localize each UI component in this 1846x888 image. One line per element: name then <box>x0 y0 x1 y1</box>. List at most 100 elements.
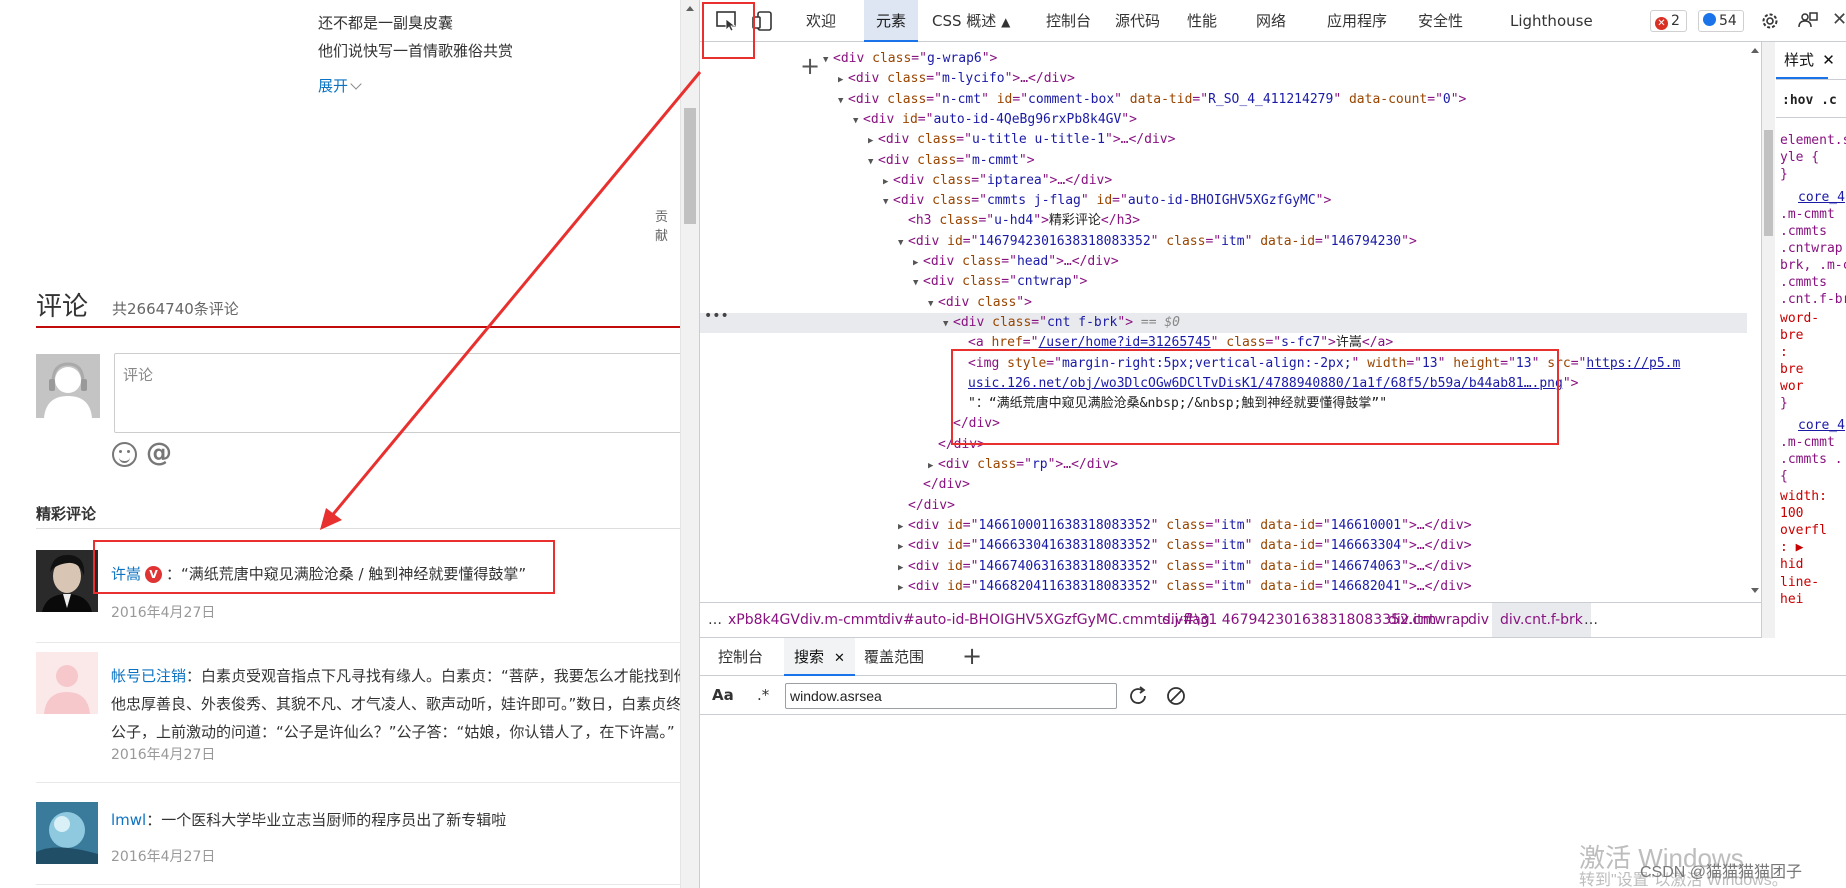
regex-toggle[interactable]: .* <box>757 686 769 704</box>
breadcrumb-item[interactable]: … <box>708 603 722 637</box>
style-rule-line[interactable]: core_4 <box>1798 189 1845 206</box>
scroll-up-icon[interactable] <box>686 6 694 11</box>
dom-node[interactable]: <h3 class="u-hd4">精彩评论</h3> <box>700 211 1747 231</box>
collapsed-triangle-icon[interactable]: ▶ <box>898 578 908 598</box>
dom-node[interactable]: ▶ <div id="1466100011638318083352" class=… <box>700 516 1747 536</box>
user-avatar[interactable] <box>36 550 98 612</box>
expanded-triangle-icon[interactable]: ▼ <box>823 50 833 70</box>
dom-node[interactable]: ▶ <div id="1466740631638318083352" class=… <box>700 557 1747 577</box>
style-rule-line[interactable]: core_4 <box>1798 417 1845 434</box>
dom-node[interactable]: <img style="margin-right:5px;vertical-al… <box>700 354 1747 374</box>
breadcrumb-item[interactable]: div#auto-id-BHOIGHV5XGzfGyMC.cmmts.j-fla… <box>882 603 1210 637</box>
tab-welcome[interactable]: 欢迎 <box>806 0 836 42</box>
comment-user[interactable]: 帐号已注销 <box>111 667 186 685</box>
expanded-triangle-icon[interactable]: ▼ <box>898 233 908 253</box>
breadcrumb-item[interactable]: div.m-cmmt <box>800 603 884 637</box>
collapsed-triangle-icon[interactable]: ▶ <box>898 517 908 537</box>
expand-link[interactable]: 展开 <box>318 75 362 96</box>
user-avatar[interactable] <box>36 652 98 714</box>
tab-search[interactable]: 搜索 ✕ <box>784 638 855 676</box>
add-node-icon[interactable]: + <box>800 52 820 80</box>
match-case-toggle[interactable]: Aa <box>712 686 734 704</box>
collapsed-triangle-icon[interactable]: ▶ <box>883 172 893 192</box>
expanded-triangle-icon[interactable]: ▼ <box>883 192 893 212</box>
expanded-triangle-icon[interactable]: ▼ <box>913 273 923 293</box>
more-dots-icon[interactable]: ••• <box>704 308 729 324</box>
dom-node[interactable]: ▶ <div class="m-lycifo">…</div> <box>700 69 1747 89</box>
at-icon[interactable]: @ <box>146 438 172 468</box>
dom-node[interactable]: ▼ <div id="1467942301638318083352" class=… <box>700 232 1747 252</box>
dom-node[interactable]: ▼ <div class="cmmts j-flag" id="auto-id-B… <box>700 191 1747 211</box>
tab-sources[interactable]: 源代码 <box>1115 0 1160 42</box>
dom-tree[interactable]: ▼ <div class="g-wrap6"> ▶ <div class="m-lyc… <box>700 42 1747 602</box>
tab-console[interactable]: 控制台 <box>1046 0 1091 42</box>
clear-icon[interactable] <box>1165 685 1187 707</box>
device-toolbar-icon[interactable] <box>752 11 774 31</box>
styles-scrollbar[interactable] <box>1762 42 1775 638</box>
dom-node[interactable]: ▶ <div id="1466633041638318083352" class=… <box>700 536 1747 556</box>
collapsed-triangle-icon[interactable]: ▶ <box>898 558 908 578</box>
expanded-triangle-icon[interactable]: ▼ <box>928 294 938 314</box>
expanded-triangle-icon[interactable]: ▼ <box>853 111 863 131</box>
close-icon[interactable]: ✕ <box>1832 10 1846 30</box>
dom-node[interactable]: ▼ <div class="n-cmt" id="comment-box" dat… <box>700 90 1747 110</box>
comment-input[interactable]: 评论 <box>114 353 680 433</box>
page-scrollbar[interactable] <box>680 0 699 888</box>
tab-network[interactable]: 网络 <box>1256 0 1286 42</box>
comment-user[interactable]: 许嵩 <box>111 565 141 583</box>
refresh-icon[interactable] <box>1127 685 1149 707</box>
dom-node[interactable]: ▶ <div id="1466820411638318083352" class=… <box>700 577 1747 597</box>
dom-node[interactable]: "：“满纸荒唐中窥见满脸沧桑&nbsp;/&nbsp;触到神经就要懂得鼓掌”" <box>700 394 1747 414</box>
dom-node[interactable]: <a href="/user/home?id=31265745" class="… <box>700 333 1747 353</box>
expanded-triangle-icon[interactable]: ▼ <box>838 91 848 111</box>
breadcrumb-item[interactable]: div <box>1468 603 1489 637</box>
breadcrumb-item-selected[interactable]: div.cnt.f-brk <box>1492 603 1591 637</box>
tab-lighthouse[interactable]: Lighthouse <box>1510 0 1593 42</box>
error-count-badge[interactable]: ✕ 2 <box>1650 10 1687 32</box>
emoji-icon[interactable] <box>112 442 137 467</box>
hov-toggle[interactable]: :hov .c <box>1776 84 1846 118</box>
dom-node[interactable]: ▼ <div class="cntwrap"> <box>700 272 1747 292</box>
user-avatar[interactable] <box>36 802 98 864</box>
dom-node[interactable]: ▼ <div class"> <box>700 293 1747 313</box>
expanded-triangle-icon[interactable]: ▼ <box>868 152 878 172</box>
dom-node[interactable]: </div> <box>700 414 1747 434</box>
gear-icon[interactable] <box>1760 11 1780 31</box>
scroll-down-icon[interactable] <box>1751 588 1759 593</box>
dom-node[interactable]: ▶ <div class="rp">…</div> <box>700 455 1747 475</box>
dom-node[interactable]: </div> <box>700 435 1747 455</box>
comment-user[interactable]: lmwl <box>111 811 146 829</box>
dom-scrollbar[interactable] <box>1747 42 1761 602</box>
message-count-badge[interactable]: 54 <box>1698 10 1744 32</box>
tab-elements[interactable]: 元素 <box>864 0 919 42</box>
close-icon[interactable]: ✕ <box>1822 52 1835 69</box>
dom-node[interactable]: </div> <box>700 496 1747 516</box>
dom-node[interactable]: ▶ <div class="head">…</div> <box>700 252 1747 272</box>
tab-console-drawer[interactable]: 控制台 <box>718 638 763 676</box>
collapsed-triangle-icon[interactable]: ▶ <box>898 537 908 557</box>
tab-styles[interactable]: 样式 ✕ <box>1776 42 1846 80</box>
tab-coverage[interactable]: 覆盖范围 <box>864 638 924 676</box>
scrollbar-thumb[interactable] <box>684 108 696 224</box>
tab-security[interactable]: 安全性 <box>1418 0 1463 42</box>
dom-node[interactable]: usic.126.net/obj/wo3DlcOGw6DClTvDisK1/47… <box>700 374 1747 394</box>
inspect-element-icon[interactable] <box>716 11 738 31</box>
dom-node[interactable]: ▶ <div class="iptarea">…</div> <box>700 171 1747 191</box>
customize-icon[interactable] <box>1798 11 1818 31</box>
dom-node[interactable]: ▼ <div class="g-wrap6"> <box>700 49 1747 69</box>
collapsed-triangle-icon[interactable]: ▶ <box>913 253 923 273</box>
collapsed-triangle-icon[interactable]: ▶ <box>868 131 878 151</box>
breadcrumb-item[interactable]: xPb8k4GV <box>728 603 800 637</box>
collapsed-triangle-icon[interactable]: ▶ <box>928 456 938 476</box>
dom-node[interactable]: </div> <box>700 475 1747 495</box>
collapsed-triangle-icon[interactable]: ▶ <box>838 70 848 90</box>
close-icon[interactable]: ✕ <box>834 651 845 666</box>
dom-node[interactable]: ▼ <div class="m-cmmt"> <box>700 151 1747 171</box>
tab-application[interactable]: 应用程序 <box>1327 0 1387 42</box>
search-input[interactable]: window.asrsea <box>785 683 1117 709</box>
expanded-triangle-icon[interactable]: ▼ <box>943 314 953 334</box>
tab-performance[interactable]: 性能 <box>1187 0 1217 42</box>
dom-node[interactable]: ▼ <div id="auto-id-4QeBg96rxPb8k4GV"> <box>700 110 1747 130</box>
breadcrumb-item[interactable]: … <box>1584 603 1598 637</box>
scrollbar-thumb[interactable] <box>1764 130 1773 236</box>
